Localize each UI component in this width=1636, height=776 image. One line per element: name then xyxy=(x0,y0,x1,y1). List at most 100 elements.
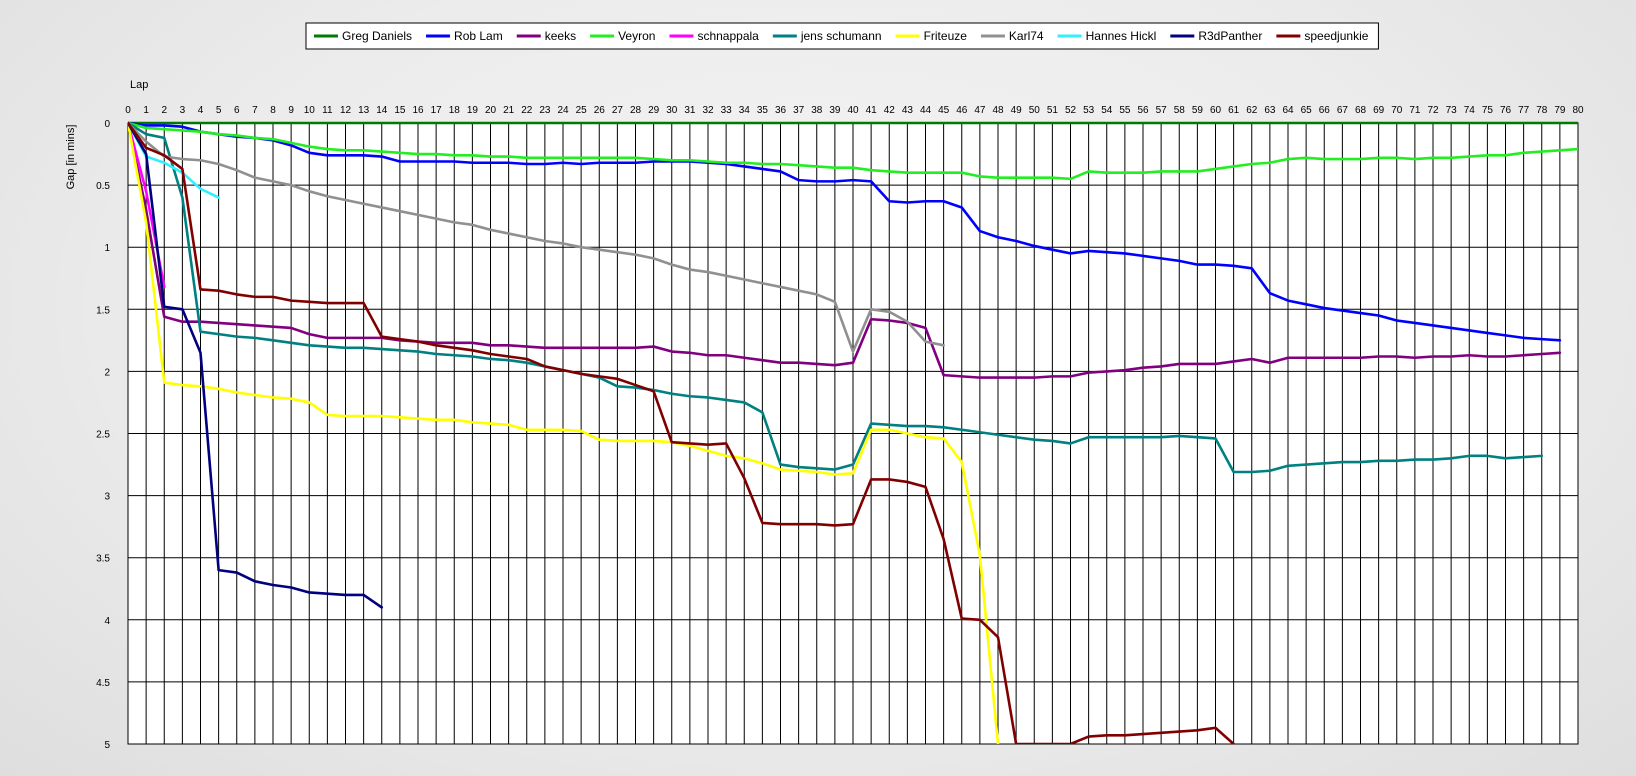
y-tick-label: 2.5 xyxy=(96,430,110,441)
x-tick-label: 80 xyxy=(1572,105,1584,116)
x-tick-label: 15 xyxy=(394,105,406,116)
x-tick-label: 38 xyxy=(811,105,823,116)
x-tick-label: 29 xyxy=(648,105,660,116)
x-tick-label: 71 xyxy=(1409,105,1421,116)
y-tick-label: 3.5 xyxy=(96,554,110,565)
y-tick-label: 1 xyxy=(104,243,110,254)
x-tick-label: 33 xyxy=(721,105,733,116)
x-tick-label: 36 xyxy=(775,105,787,116)
x-axis-title: Lap xyxy=(130,79,148,91)
x-tick-label: 73 xyxy=(1446,105,1458,116)
x-tick-label: 75 xyxy=(1482,105,1494,116)
lap-gap-chart: Greg Daniels Rob Lam keeks Veyron schnappala… xyxy=(65,22,1584,751)
x-tick-label: 41 xyxy=(866,105,878,116)
y-tick-label: 0.5 xyxy=(96,181,110,192)
x-tick-label: 2 xyxy=(161,105,167,116)
x-tick-label: 47 xyxy=(974,105,986,116)
x-tick-label: 62 xyxy=(1246,105,1258,116)
x-tick-label: 35 xyxy=(757,105,769,116)
x-tick-label: 70 xyxy=(1391,105,1403,116)
x-tick-label: 8 xyxy=(270,105,276,116)
x-tick-label: 32 xyxy=(702,105,714,116)
x-tick-label: 24 xyxy=(557,105,569,116)
x-tick-label: 52 xyxy=(1065,105,1077,116)
x-tick-label: 48 xyxy=(992,105,1004,116)
legend-label: speedjunkie xyxy=(1304,29,1368,43)
x-tick-label: 42 xyxy=(884,105,896,116)
x-tick-label: 59 xyxy=(1192,105,1204,116)
x-tick-label: 77 xyxy=(1518,105,1530,116)
x-tick-label: 3 xyxy=(180,105,186,116)
x-tick-label: 43 xyxy=(902,105,914,116)
x-tick-label: 76 xyxy=(1500,105,1512,116)
x-tick-label: 28 xyxy=(630,105,642,116)
x-tick-label: 44 xyxy=(920,105,932,116)
x-tick-label: 12 xyxy=(340,105,352,116)
x-tick-label: 10 xyxy=(304,105,316,116)
x-tick-label: 53 xyxy=(1083,105,1095,116)
x-tick-label: 51 xyxy=(1047,105,1059,116)
x-tick-label: 68 xyxy=(1355,105,1367,116)
x-tick-label: 49 xyxy=(1011,105,1023,116)
x-tick-label: 67 xyxy=(1337,105,1349,116)
x-tick-label: 79 xyxy=(1554,105,1566,116)
x-tick-label: 55 xyxy=(1119,105,1131,116)
legend-label: schnappala xyxy=(697,29,759,43)
x-tick-label: 5 xyxy=(216,105,222,116)
legend-label: Karl74 xyxy=(1009,29,1044,43)
x-tick-label: 39 xyxy=(829,105,841,116)
x-tick-label: 26 xyxy=(594,105,606,116)
x-tick-label: 6 xyxy=(234,105,240,116)
x-tick-label: 4 xyxy=(198,105,204,116)
x-tick-label: 13 xyxy=(358,105,370,116)
x-tick-label: 18 xyxy=(449,105,461,116)
x-tick-labels: 0 1 2 3 4 5 6 7 8 9 10 11 12 13 14 15 16 17 18 19 20 21 22 23 24… xyxy=(125,105,1584,116)
x-tick-label: 78 xyxy=(1536,105,1548,116)
x-tick-label: 37 xyxy=(793,105,805,116)
x-tick-label: 25 xyxy=(576,105,588,116)
x-tick-label: 30 xyxy=(666,105,678,116)
x-tick-label: 23 xyxy=(539,105,551,116)
y-tick-label: 3 xyxy=(104,492,110,503)
x-tick-label: 57 xyxy=(1156,105,1168,116)
x-tick-label: 58 xyxy=(1174,105,1186,116)
x-tick-label: 27 xyxy=(612,105,624,116)
legend-label: R3dPanther xyxy=(1198,29,1262,43)
y-tick-label: 5 xyxy=(104,740,110,751)
legend-label: jens schumann xyxy=(800,29,882,43)
x-tick-label: 31 xyxy=(684,105,696,116)
x-tick-label: 40 xyxy=(847,105,859,116)
legend-label: Veyron xyxy=(618,29,655,43)
y-axis-title: Gap [in mins] xyxy=(65,125,77,190)
x-tick-label: 45 xyxy=(938,105,950,116)
x-tick-label: 22 xyxy=(521,105,533,116)
x-tick-label: 63 xyxy=(1264,105,1276,116)
x-tick-label: 50 xyxy=(1029,105,1041,116)
y-tick-label: 0 xyxy=(104,119,110,130)
x-tick-label: 9 xyxy=(288,105,294,116)
x-tick-label: 11 xyxy=(322,105,333,116)
x-tick-label: 64 xyxy=(1282,105,1294,116)
x-tick-label: 54 xyxy=(1101,105,1113,116)
y-tick-label: 4 xyxy=(104,616,110,627)
legend: Greg Daniels Rob Lam keeks Veyron schnappala… xyxy=(305,22,1379,50)
y-tick-label: 2 xyxy=(104,367,110,378)
legend-label: Greg Daniels xyxy=(342,29,412,43)
x-tick-label: 16 xyxy=(412,105,424,116)
x-tick-label: 46 xyxy=(956,105,968,116)
x-tick-label: 0 xyxy=(125,105,131,116)
x-tick-label: 17 xyxy=(431,105,443,116)
x-tick-label: 34 xyxy=(739,105,751,116)
x-tick-label: 61 xyxy=(1228,105,1240,116)
x-tick-label: 72 xyxy=(1427,105,1439,116)
x-tick-label: 21 xyxy=(503,105,515,116)
x-tick-label: 19 xyxy=(467,105,479,116)
y-tick-label: 4.5 xyxy=(96,678,110,689)
legend-label: Rob Lam xyxy=(454,29,503,43)
x-tick-label: 20 xyxy=(485,105,497,116)
x-tick-label: 69 xyxy=(1373,105,1385,116)
x-tick-label: 65 xyxy=(1301,105,1313,116)
x-tick-label: 1 xyxy=(143,105,149,116)
legend-label: keeks xyxy=(545,29,576,43)
x-tick-label: 60 xyxy=(1210,105,1222,116)
